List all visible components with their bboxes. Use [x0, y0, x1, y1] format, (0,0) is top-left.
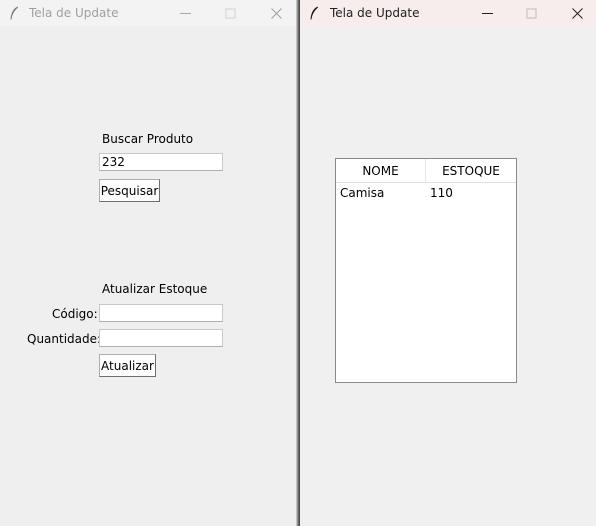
column-header-nome[interactable]: NOME	[336, 159, 425, 182]
column-header-estoque[interactable]: ESTOQUE	[426, 159, 516, 182]
close-icon	[571, 7, 583, 19]
maximize-icon	[526, 8, 536, 18]
minimize-button[interactable]	[464, 0, 510, 26]
codigo-label: Código:	[52, 307, 98, 321]
right-window: Tela de Update NOME ESTOQUE Camisa 110	[300, 0, 596, 526]
close-button[interactable]	[554, 0, 596, 26]
maximize-button[interactable]	[508, 0, 554, 26]
feather-icon	[10, 6, 18, 20]
minimize-icon	[481, 12, 493, 14]
search-input[interactable]	[99, 153, 223, 171]
product-table[interactable]: NOME ESTOQUE Camisa 110	[335, 158, 517, 383]
window-title: Tela de Update	[29, 6, 119, 20]
cell-nome: Camisa	[340, 186, 385, 200]
title-bar[interactable]: Tela de Update	[300, 0, 596, 26]
minimize-icon	[179, 12, 191, 14]
maximize-button[interactable]	[207, 0, 253, 26]
close-icon	[270, 7, 282, 19]
quantidade-input[interactable]	[99, 329, 223, 347]
minimize-button[interactable]	[162, 0, 208, 26]
search-button[interactable]: Pesquisar	[99, 179, 160, 202]
update-stock-label: Atualizar Estoque	[102, 282, 208, 296]
window-title: Tela de Update	[330, 6, 420, 20]
codigo-input[interactable]	[99, 304, 223, 322]
left-window: Tela de Update Buscar Produto Pesquisar …	[0, 0, 296, 526]
feather-icon	[310, 6, 318, 20]
quantidade-label: Quantidade:	[27, 332, 102, 346]
cell-estoque: 110	[430, 186, 453, 200]
maximize-icon	[225, 8, 235, 18]
search-label: Buscar Produto	[102, 132, 194, 146]
table-header: NOME ESTOQUE	[336, 159, 516, 183]
table-row[interactable]: Camisa 110	[336, 183, 516, 203]
title-bar[interactable]: Tela de Update	[0, 0, 296, 26]
update-button[interactable]: Atualizar	[99, 354, 156, 377]
close-button[interactable]	[253, 0, 296, 26]
